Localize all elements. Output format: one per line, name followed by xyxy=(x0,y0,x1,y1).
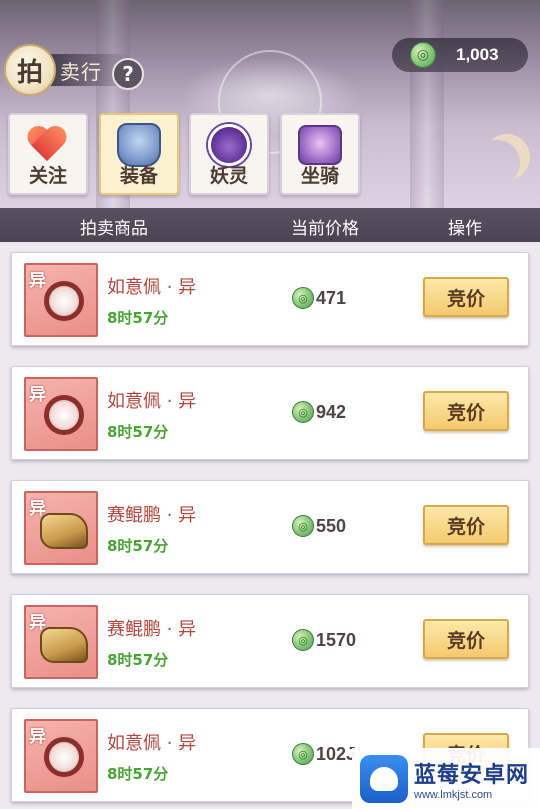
help-button[interactable]: ? xyxy=(112,58,144,90)
watermark-logo-icon xyxy=(360,754,408,803)
moon-icon xyxy=(474,140,520,186)
price-value: 1570 xyxy=(316,629,357,650)
decor-pillar xyxy=(410,0,444,208)
tab-label: 坐骑 xyxy=(300,165,339,187)
item-icon-frame[interactable]: 异 xyxy=(24,263,98,337)
item-name: 赛鲲鹏 · 异 xyxy=(107,619,197,640)
tab-mount[interactable]: 坐骑 xyxy=(280,113,360,195)
item-name: 如意佩 · 异 xyxy=(107,277,197,298)
jade-coin-icon: ◎ xyxy=(292,743,314,765)
rarity-tag: 异 xyxy=(29,385,46,405)
column-action: 操作 xyxy=(448,219,482,239)
jade-coin-icon: ◎ xyxy=(292,515,314,537)
price-value: 942 xyxy=(316,401,347,422)
watermark-url: www.lmkjst.com xyxy=(414,788,493,801)
rarity-tag: 异 xyxy=(29,499,46,519)
item-name: 如意佩 · 异 xyxy=(107,733,197,754)
item-icon-frame[interactable]: 异 xyxy=(24,719,98,793)
watermark: 蓝莓安卓网 www.lmkjst.com xyxy=(352,748,540,809)
tab-equipment[interactable]: 装备 xyxy=(99,113,179,195)
rarity-tag: 异 xyxy=(29,271,46,291)
list-item: 异 赛鲲鹏 · 异 8时57分 ◎ 550 竞价 xyxy=(11,480,529,574)
list-header: 拍卖商品 当前价格 操作 xyxy=(0,208,540,242)
watermark-title: 蓝莓安卓网 xyxy=(414,762,530,788)
tab-follow[interactable]: 关注 xyxy=(8,113,88,195)
item-icon-frame[interactable]: 异 xyxy=(24,377,98,451)
item-name: 赛鲲鹏 · 异 xyxy=(107,505,197,526)
jade-coin-icon: ◎ xyxy=(292,629,314,651)
price-value: 550 xyxy=(316,515,347,536)
item-time-left: 8时57分 xyxy=(107,537,169,555)
list-item: 异 如意佩 · 异 8时57分 ◎ 471 竞价 xyxy=(11,252,529,346)
item-time-left: 8时57分 xyxy=(107,651,169,669)
boot-icon xyxy=(40,627,88,663)
column-price: 当前价格 xyxy=(291,219,359,239)
list-item: 异 如意佩 · 异 8时57分 ◎ 942 竞价 xyxy=(11,366,529,460)
item-time-left: 8时57分 xyxy=(107,309,169,327)
currency-amount: 1,003 xyxy=(456,45,499,64)
price-value: 102J xyxy=(316,743,357,764)
pendant-icon xyxy=(44,737,84,777)
bid-button[interactable]: 竞价 xyxy=(423,505,509,545)
rarity-tag: 异 xyxy=(29,613,46,633)
current-price: ◎ 942 xyxy=(292,401,346,423)
currency-display: ◎ 1,003 xyxy=(392,38,528,72)
tab-label: 妖灵 xyxy=(209,165,248,187)
current-price: ◎ 1570 xyxy=(292,629,356,651)
current-price: ◎ 471 xyxy=(292,287,346,309)
bid-button[interactable]: 竞价 xyxy=(423,277,509,317)
item-time-left: 8时57分 xyxy=(107,765,169,783)
tab-spirit[interactable]: 妖灵 xyxy=(189,113,269,195)
bid-button[interactable]: 竞价 xyxy=(423,391,509,431)
list-item: 异 赛鲲鹏 · 异 8时57分 ◎ 1570 竞价 xyxy=(11,594,529,688)
pendant-icon xyxy=(44,395,84,435)
boot-icon xyxy=(40,513,88,549)
column-item: 拍卖商品 xyxy=(80,219,148,239)
pendant-icon xyxy=(44,281,84,321)
current-price: ◎ 102J xyxy=(292,743,356,765)
tab-label: 装备 xyxy=(119,165,158,187)
tab-label: 关注 xyxy=(28,165,67,187)
jade-coin-icon: ◎ xyxy=(292,287,314,309)
item-icon-frame[interactable]: 异 xyxy=(24,491,98,565)
price-value: 471 xyxy=(316,287,347,308)
auction-list[interactable]: 异 如意佩 · 异 8时57分 ◎ 471 竞价 异 如意佩 · 异 8时57分… xyxy=(0,242,540,809)
bid-button[interactable]: 竞价 xyxy=(423,619,509,659)
item-name: 如意佩 · 异 xyxy=(107,391,197,412)
jade-coin-icon: ◎ xyxy=(292,401,314,423)
rarity-tag: 异 xyxy=(29,727,46,747)
item-icon-frame[interactable]: 异 xyxy=(24,605,98,679)
current-price: ◎ 550 xyxy=(292,515,346,537)
item-time-left: 8时57分 xyxy=(107,423,169,441)
jade-coin-icon: ◎ xyxy=(410,42,436,68)
title-badge: 拍 xyxy=(4,44,56,96)
